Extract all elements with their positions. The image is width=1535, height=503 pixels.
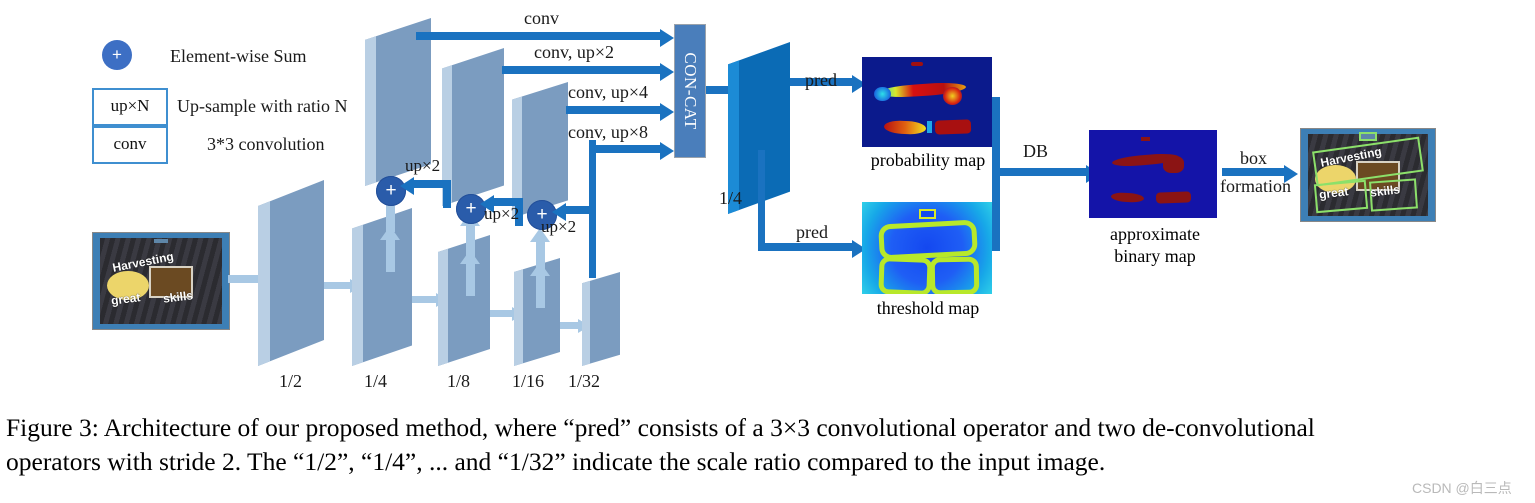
upsample-label-1: up×2 (405, 156, 441, 175)
output-photo: Harvesting great skills (1301, 129, 1435, 221)
upsample-label-2: up×2 (484, 204, 520, 223)
arrow-stage2-stage3 (412, 296, 438, 303)
concat-block: CON-CAT (674, 24, 706, 158)
scale-label-1-32: 1/32 (568, 371, 601, 391)
box-formation-label-line1: box (1240, 148, 1267, 168)
arrow-head-up-1b (380, 226, 400, 240)
scale-label-1-16: 1/16 (512, 371, 545, 391)
conv-arrow-1 (416, 32, 662, 40)
backbone-stage-1-2 (258, 180, 324, 366)
arrow-stage3-stage4 (490, 310, 514, 317)
db-merge-vert-bottom (992, 147, 1000, 251)
csdn-watermark: CSDN @白三点 (1412, 480, 1512, 496)
arrow-concat-to-output (706, 86, 730, 94)
conv-label-4: conv, up×8 (568, 122, 648, 142)
output-scale-label: 1/4 (719, 188, 743, 208)
input-text-bottom-right: skills (162, 288, 195, 307)
upsample-label-3: up×2 (541, 217, 577, 236)
conv-label-1: conv (524, 8, 559, 28)
binary-map-image (1089, 130, 1217, 218)
conv-label-3: conv, up×4 (568, 82, 648, 102)
db-merge-vert-top (992, 97, 1000, 147)
pred-label-bottom: pred (796, 222, 828, 242)
figure-caption-line-1: Figure 3: Architecture of our proposed m… (6, 413, 1315, 442)
legend-label-upsample: Up-sample with ratio N (177, 96, 348, 116)
arrow-head-conv-1 (660, 29, 674, 47)
arrow-head-up-3b (530, 262, 550, 276)
pred-elbow-vertical (758, 150, 765, 250)
figure-architecture-diagram: + Element-wise Sum up×N Up-sample with r… (0, 0, 1535, 503)
concat-label: CON-CAT (681, 52, 700, 130)
output-image: Harvesting great skills (1300, 128, 1436, 222)
conv-box-icon: conv (92, 126, 168, 164)
conv-box-label: conv (113, 134, 147, 153)
pred-label-top: pred (805, 70, 837, 90)
input-text-bottom-left: great (110, 290, 141, 308)
upsample-path-1-h (412, 180, 450, 188)
legend-label-conv: 3*3 convolution (207, 134, 325, 154)
threshold-map-caption: threshold map (876, 298, 980, 318)
figure-caption-line-2: operators with stride 2. The “1/2”, “1/4… (6, 447, 1106, 476)
pred-arrow-bottom (758, 243, 854, 251)
conv-arrow-2 (502, 66, 662, 74)
binary-map-caption-line2: binary map (1114, 246, 1196, 266)
probability-map-image (862, 57, 992, 147)
legend-label-sum: Element-wise Sum (170, 46, 307, 66)
arrow-up-stage4b (536, 274, 545, 308)
arrow-head-conv-3 (660, 103, 674, 121)
box-formation-label-line2: formation (1220, 176, 1291, 196)
scale-label-1-4: 1/4 (364, 371, 388, 391)
db-label: DB (1023, 141, 1049, 161)
plus-circle-icon: + (102, 40, 132, 70)
scale-label-1-2: 1/2 (279, 371, 303, 391)
scale-label-1-8: 1/8 (447, 371, 471, 391)
db-arrow (992, 168, 1088, 176)
stage5-riser (589, 140, 596, 278)
input-image: Harvesting great skills (92, 232, 230, 330)
threshold-map-image (862, 202, 992, 294)
input-photo: Harvesting great skills (93, 233, 229, 329)
arrow-head-conv-2 (660, 63, 674, 81)
conv-arrow-3 (566, 106, 662, 114)
arrow-up-stage2b (386, 238, 395, 272)
arrow-stage1-stage2 (324, 282, 352, 289)
decoder-slab-2 (442, 48, 504, 206)
box-formation-arrow (1222, 168, 1286, 176)
upsample-box-label: up×N (110, 96, 150, 115)
conv-label-2: conv, up×2 (534, 42, 614, 62)
arrow-head-upsample-1 (400, 177, 414, 195)
arrow-head-up-2b (460, 250, 480, 264)
backbone-stage-1-32 (582, 272, 620, 366)
probability-map-caption: probability map (870, 150, 986, 170)
upsample-box-icon: up×N (92, 88, 168, 126)
conv-arrow-4 (589, 145, 662, 153)
arrow-head-conv-4 (660, 142, 674, 160)
binary-map-caption-line1: approximate (1110, 224, 1200, 244)
arrow-up-stage3b (466, 262, 475, 296)
